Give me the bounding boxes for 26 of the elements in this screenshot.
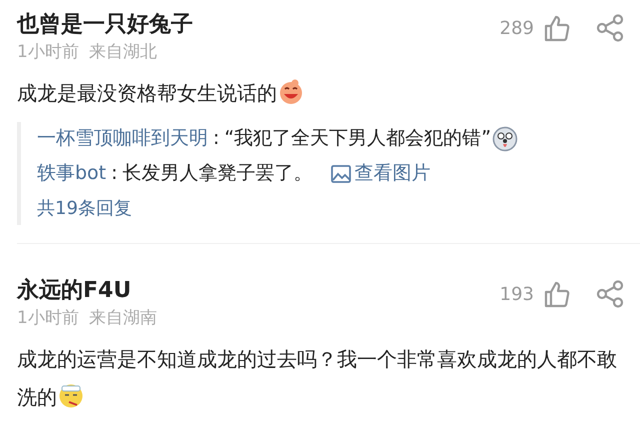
user-name[interactable]: 永远的F4U [17,276,157,306]
like-count: 193 [500,284,534,304]
post-time: 1小时前 [17,307,79,330]
user-name[interactable]: 也曾是一只好兔子 [17,10,193,40]
more-replies-link[interactable]: 共19条回复 [37,194,624,223]
comment-text: 成龙的运营是不知道成龙的过去吗？我一个非常喜欢成龙的人都不敢洗的 [17,346,618,411]
post-time: 1小时前 [17,41,79,64]
location: 来自湖北 [88,41,157,64]
colon: : [213,126,220,151]
dog-emoji-icon [492,126,518,152]
comment-text: 成龙是最没资格帮女生说话的 [17,74,624,112]
thumbs-up-icon[interactable] [544,280,570,308]
reply-text: “我犯了全天下男人都会犯的错” [224,126,492,151]
like-count: 289 [500,18,534,38]
colon: : [111,161,118,186]
location: 来自湖南 [88,307,157,330]
laughing-emoji-icon [278,79,304,105]
share-icon[interactable] [596,14,624,42]
reply-text: 长发男人拿凳子罢了。 [122,161,313,186]
share-icon[interactable] [596,280,624,308]
view-image-link[interactable]: 查看图片 [330,159,431,188]
reply-author[interactable]: 一杯雪顶咖啡到天明 [37,124,208,153]
sick-face-emoji-icon [58,383,84,409]
reply-author[interactable]: 轶事bot [37,159,106,188]
image-icon [330,164,351,182]
thumbs-up-icon[interactable] [544,14,570,42]
